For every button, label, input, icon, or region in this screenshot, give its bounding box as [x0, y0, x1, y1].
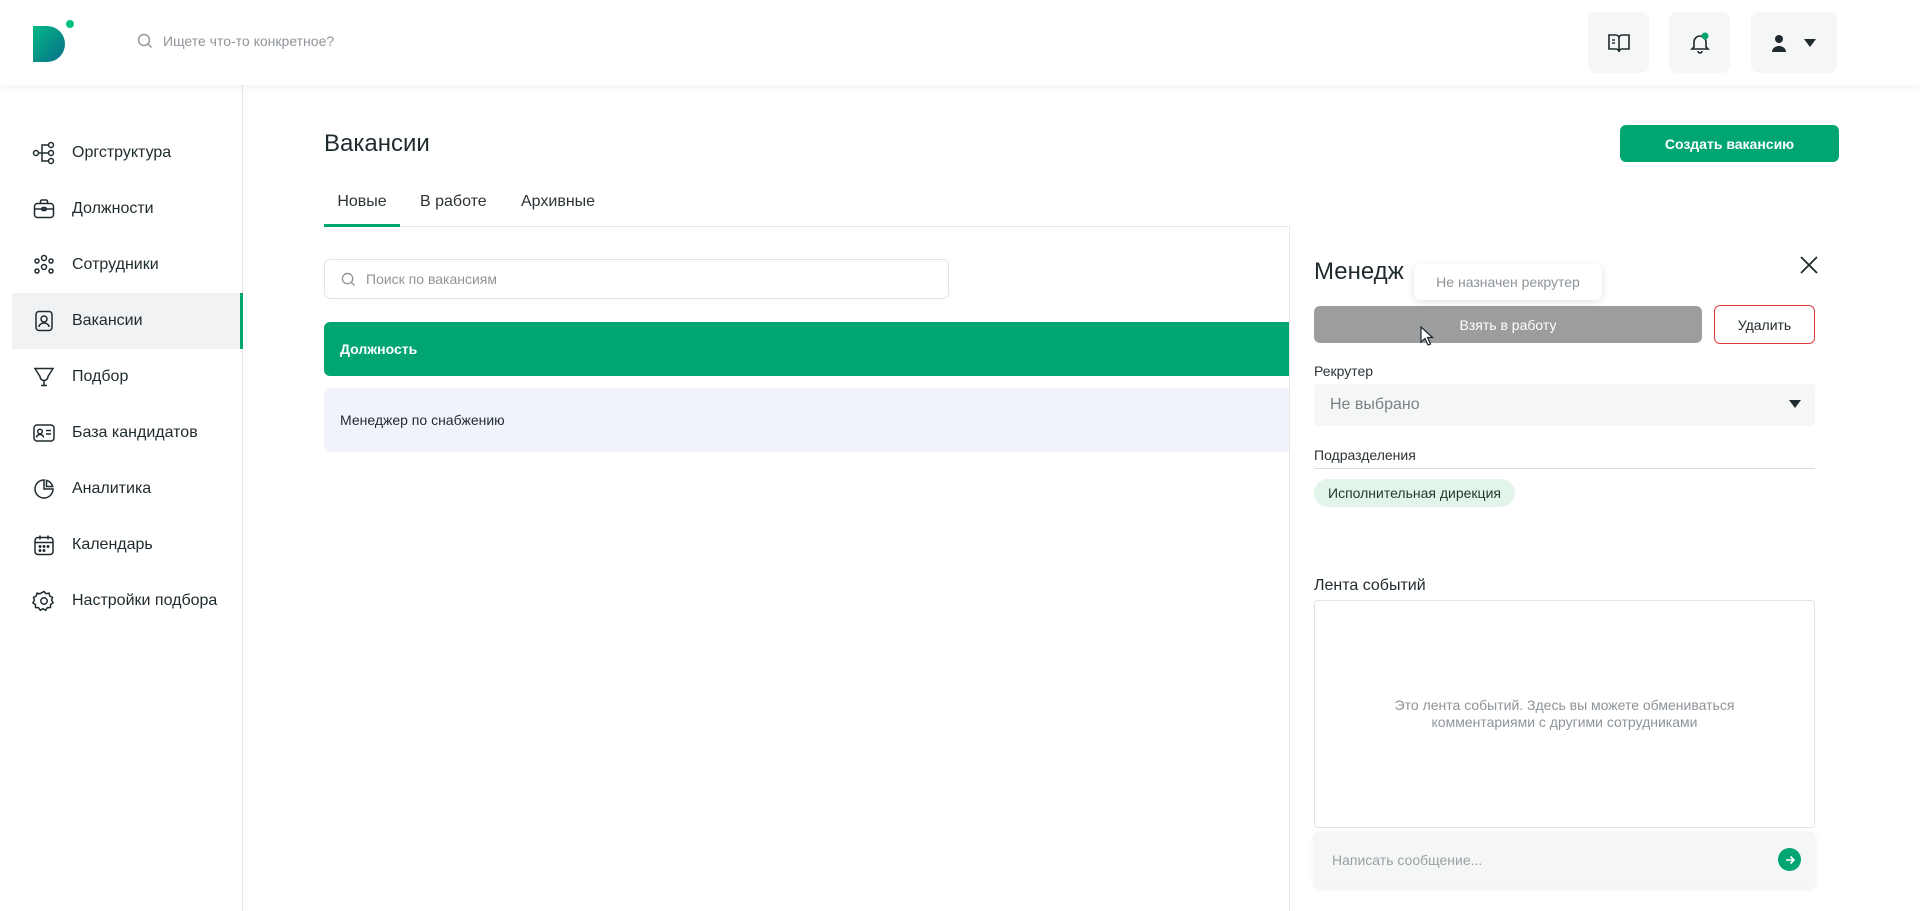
vacancy-detail-panel: Менеджю Взять в работу Не назначен рекру… [1289, 226, 1920, 911]
sidebar-item-label: Аналитика [72, 480, 152, 497]
vacancy-search-input[interactable]: Поиск по вакансиям [366, 271, 497, 287]
sidebar-item-label: Календарь [72, 536, 153, 553]
arrow-right-icon [1785, 855, 1795, 864]
event-feed-title: Лента событий [1314, 577, 1426, 594]
funnel-icon [33, 367, 55, 387]
table-cell-position: Менеджер по снабжению [340, 412, 505, 428]
sidebar-item-vacancies[interactable]: Вакансии [12, 293, 243, 349]
gear-icon [32, 590, 55, 612]
global-search[interactable]: Ищете что-то конкретное? [137, 33, 334, 49]
close-icon[interactable] [1798, 254, 1820, 276]
tooltip: Не назначен рекрутер [1414, 264, 1602, 300]
event-feed-empty-text: Это лента событий. Здесь вы можете обмен… [1394, 697, 1735, 730]
recruiter-label: Рекрутер [1314, 363, 1374, 379]
vacancy-icon [35, 310, 53, 332]
global-search-input[interactable]: Ищете что-то конкретное? [163, 33, 334, 49]
vacancy-search[interactable]: Поиск по вакансиям [324, 259, 949, 299]
bell-icon [1689, 32, 1710, 54]
tab-archived[interactable]: Архивные [521, 190, 595, 227]
send-button[interactable] [1778, 848, 1801, 871]
panel-title-start: Менедж [1314, 258, 1404, 285]
id-card-icon [33, 424, 55, 442]
sidebar-item-label: Настройки подбора [72, 592, 218, 609]
recruiter-select-value: Не выбрано [1330, 396, 1420, 413]
sidebar-item-org-structure[interactable]: Оргструктура [12, 125, 243, 181]
sidebar-item-label: Сотрудники [72, 256, 159, 273]
sidebar-item-employees[interactable]: Сотрудники [12, 237, 243, 293]
sidebar-item-calendar[interactable]: Календарь [12, 517, 243, 573]
chevron-down-icon [1789, 400, 1801, 408]
sidebar-item-selection[interactable]: Подбор [12, 349, 243, 405]
user-menu-button[interactable] [1751, 12, 1837, 73]
search-icon [137, 33, 152, 48]
book-icon [1607, 33, 1630, 52]
divider [1314, 468, 1815, 469]
search-icon [341, 272, 356, 286]
sidebar-item-positions[interactable]: Должности [12, 181, 243, 237]
sidebar-item-selection-settings[interactable]: Настройки подбора [12, 573, 243, 629]
org-structure-icon [32, 141, 55, 165]
departments-label: Подразделения [1314, 447, 1416, 463]
sidebar-item-label: Должности [72, 200, 154, 217]
people-icon [34, 254, 54, 274]
knowledge-base-button[interactable] [1588, 12, 1649, 73]
logo[interactable] [31, 20, 77, 66]
tab-new[interactable]: Новые [324, 190, 400, 227]
sidebar: Оргструктура Должности Сотрудники Ваканс… [0, 85, 243, 911]
vacancy-tabs: Новые В работе Архивные [324, 190, 1839, 227]
sidebar-item-candidates[interactable]: База кандидатов [12, 405, 243, 461]
pie-chart-icon [34, 479, 54, 499]
take-to-work-button[interactable]: Взять в работу [1314, 306, 1702, 343]
sidebar-item-label: База кандидатов [72, 424, 198, 441]
sidebar-item-label: Подбор [72, 368, 129, 385]
message-input-placeholder: Написать сообщение... [1332, 851, 1483, 868]
sidebar-item-label: Вакансии [72, 312, 143, 329]
page-title: Вакансии [324, 130, 430, 157]
sidebar-item-label: Оргструктура [72, 144, 172, 161]
tab-in-progress[interactable]: В работе [420, 190, 487, 227]
sidebar-item-analytics[interactable]: Аналитика [12, 461, 243, 517]
chevron-down-icon [1804, 38, 1816, 47]
calendar-icon [34, 535, 54, 556]
notifications-button[interactable] [1669, 12, 1730, 73]
table-row[interactable]: Менеджер по снабжению [324, 388, 1290, 452]
user-icon [1772, 34, 1786, 52]
department-chip[interactable]: Исполнительная дирекция [1314, 479, 1515, 507]
table-header-position[interactable]: Должность [324, 322, 1290, 376]
event-feed: Это лента событий. Здесь вы можете обмен… [1314, 600, 1815, 828]
briefcase-icon [33, 199, 55, 219]
mouse-cursor-icon [1420, 326, 1434, 346]
top-header: Ищете что-то конкретное? [0, 0, 1920, 85]
message-input[interactable]: Написать сообщение... [1314, 832, 1815, 887]
recruiter-select[interactable]: Не выбрано [1314, 384, 1815, 426]
delete-button[interactable]: Удалить [1714, 305, 1815, 344]
create-vacancy-button[interactable]: Создать вакансию [1620, 125, 1839, 162]
